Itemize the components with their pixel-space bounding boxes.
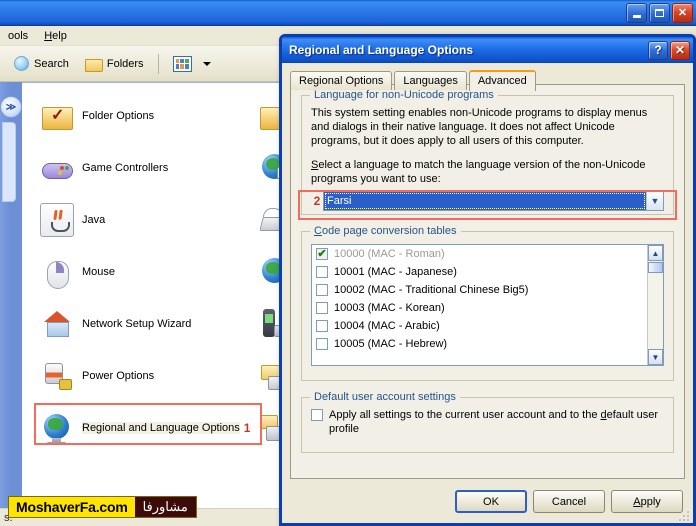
folders-button[interactable]: Folders — [77, 54, 152, 74]
list-item-label: 10001 (MAC - Japanese) — [334, 266, 457, 278]
watermark-persian: مشاورفا — [134, 497, 196, 517]
help-icon: ? — [654, 43, 662, 57]
folders-button-label: Folders — [106, 57, 144, 70]
checkbox-icon[interactable] — [316, 266, 328, 278]
close-icon: ✕ — [677, 6, 688, 19]
apply-all-settings-label: Apply all settings to the current user a… — [329, 409, 658, 435]
ok-button[interactable]: OK — [455, 490, 527, 513]
watermark-badge: MoshaverFa.com مشاورفا — [8, 496, 197, 518]
list-item-label: 10000 (MAC - Roman) — [334, 248, 445, 260]
list-item-label: 10005 (MAC - Hebrew) — [334, 338, 448, 350]
task-pane-panel — [2, 122, 16, 202]
group-title: Code page conversion tables — [310, 225, 461, 237]
folder-options-icon — [40, 99, 74, 133]
list-item[interactable]: Folder Options — [40, 93, 154, 139]
tab-regional-options[interactable]: Regional Options — [290, 71, 393, 90]
scrollbar-thumb[interactable] — [648, 262, 663, 273]
checkbox-checked-icon[interactable]: ✔ — [316, 248, 328, 260]
tab-panel-advanced: Language for non-Unicode programs This s… — [290, 84, 685, 479]
maximize-button[interactable] — [649, 3, 670, 23]
list-item[interactable]: 10005 (MAC - Hebrew) — [312, 335, 663, 353]
help-button[interactable]: ? — [648, 40, 668, 60]
checkbox-icon[interactable] — [316, 338, 328, 350]
caret-down-icon[interactable] — [202, 61, 211, 66]
highlight-box-language-combo — [298, 190, 677, 220]
apply-button[interactable]: Apply — [611, 490, 683, 513]
list-item-regional[interactable]: Regional and Language Options 1 — [40, 405, 250, 451]
chevron-collapse-icon[interactable]: ≫ — [0, 96, 22, 118]
power-options-icon — [40, 359, 74, 393]
group-default-user-account: Default user account settings Apply all … — [301, 391, 674, 453]
list-item-label: Power Options — [82, 370, 155, 382]
apply-all-settings-row[interactable]: Apply all settings to the current user a… — [311, 408, 664, 436]
java-icon — [40, 203, 74, 237]
description-paragraph-1: This system setting enables non-Unicode … — [311, 107, 648, 147]
regional-options-icon — [40, 411, 74, 445]
list-item-label: 10002 (MAC - Traditional Chinese Big5) — [334, 284, 529, 296]
description-paragraph-2: Select a language to match the language … — [311, 159, 646, 185]
tab-languages[interactable]: Languages — [394, 71, 467, 90]
maximize-icon — [655, 9, 664, 17]
views-button[interactable] — [165, 53, 219, 75]
search-icon — [14, 56, 29, 71]
menu-help[interactable]: Help — [36, 28, 75, 44]
scroll-down-icon[interactable]: ▼ — [648, 349, 663, 365]
list-item[interactable]: ✔ 10000 (MAC - Roman) — [312, 245, 663, 263]
close-button[interactable]: ✕ — [672, 3, 693, 23]
list-item[interactable]: 10003 (MAC - Korean) — [312, 299, 663, 317]
network-setup-wizard-icon — [40, 307, 74, 341]
list-item-label: Game Controllers — [82, 162, 169, 174]
dialog-title: Regional and Language Options — [289, 43, 474, 57]
list-item[interactable]: 10001 (MAC - Japanese) — [312, 263, 663, 281]
checkbox-icon[interactable] — [316, 302, 328, 314]
close-icon: ✕ — [674, 43, 686, 57]
code-page-scrollbar[interactable]: ▲ ▼ — [647, 245, 663, 365]
group-code-page-tables: Code page conversion tables ✔ 10000 (MAC… — [301, 225, 674, 381]
list-item[interactable]: 10004 (MAC - Arabic) — [312, 317, 663, 335]
checkbox-icon[interactable] — [316, 320, 328, 332]
search-button[interactable]: Search — [6, 53, 77, 74]
list-item[interactable]: Network Setup Wizard — [40, 301, 191, 347]
list-item[interactable]: Mouse — [40, 249, 115, 295]
dialog-footer-buttons: OK Cancel Apply — [455, 490, 683, 513]
step-marker-1: 1 — [243, 421, 251, 435]
group-language-non-unicode: Language for non-Unicode programs This s… — [298, 89, 677, 220]
mouse-icon — [40, 255, 74, 289]
scroll-up-icon[interactable]: ▲ — [648, 245, 663, 261]
code-page-list[interactable]: ✔ 10000 (MAC - Roman) 10001 (MAC - Japan… — [311, 244, 664, 366]
regional-language-options-dialog: Regional and Language Options ? ✕ Region… — [279, 34, 696, 526]
window-controls: ✕ — [626, 3, 693, 23]
game-controllers-icon — [40, 151, 74, 185]
group-title: Default user account settings — [310, 391, 460, 403]
list-item[interactable]: Power Options — [40, 353, 154, 399]
list-item[interactable]: Game Controllers — [40, 145, 168, 191]
list-item[interactable]: Java — [40, 197, 105, 243]
watermark-latin: MoshaverFa.com — [9, 497, 135, 517]
minimize-icon — [632, 14, 641, 18]
list-item-label: Folder Options — [82, 110, 155, 122]
list-item-label: Mouse — [82, 266, 116, 278]
tab-advanced[interactable]: Advanced — [468, 70, 536, 91]
dialog-titlebar: Regional and Language Options ? ✕ — [282, 37, 693, 63]
list-item-label: Network Setup Wizard — [82, 318, 192, 330]
dialog-close-button[interactable]: ✕ — [670, 40, 690, 60]
list-item-label: Regional and Language Options — [82, 422, 240, 434]
resize-grip-icon[interactable] — [679, 509, 691, 521]
toolbar-separator — [157, 53, 159, 74]
tab-strip: Regional Options Languages Advanced — [290, 69, 685, 91]
task-pane: ≫ — [0, 82, 22, 508]
list-item[interactable]: 10002 (MAC - Traditional Chinese Big5) — [312, 281, 663, 299]
list-item-label: Java — [82, 214, 106, 226]
menu-tools[interactable]: ools — [0, 28, 36, 44]
search-button-label: Search — [34, 57, 69, 70]
views-grid-icon — [172, 55, 192, 72]
list-item-label: 10003 (MAC - Korean) — [334, 302, 445, 314]
explorer-titlebar: ✕ — [0, 0, 696, 26]
checkbox-icon[interactable] — [316, 284, 328, 296]
cancel-button[interactable]: Cancel — [533, 490, 605, 513]
list-item-label: 10004 (MAC - Arabic) — [334, 320, 440, 332]
minimize-button[interactable] — [626, 3, 647, 23]
checkbox-icon[interactable] — [311, 409, 323, 421]
folder-icon — [84, 57, 103, 72]
